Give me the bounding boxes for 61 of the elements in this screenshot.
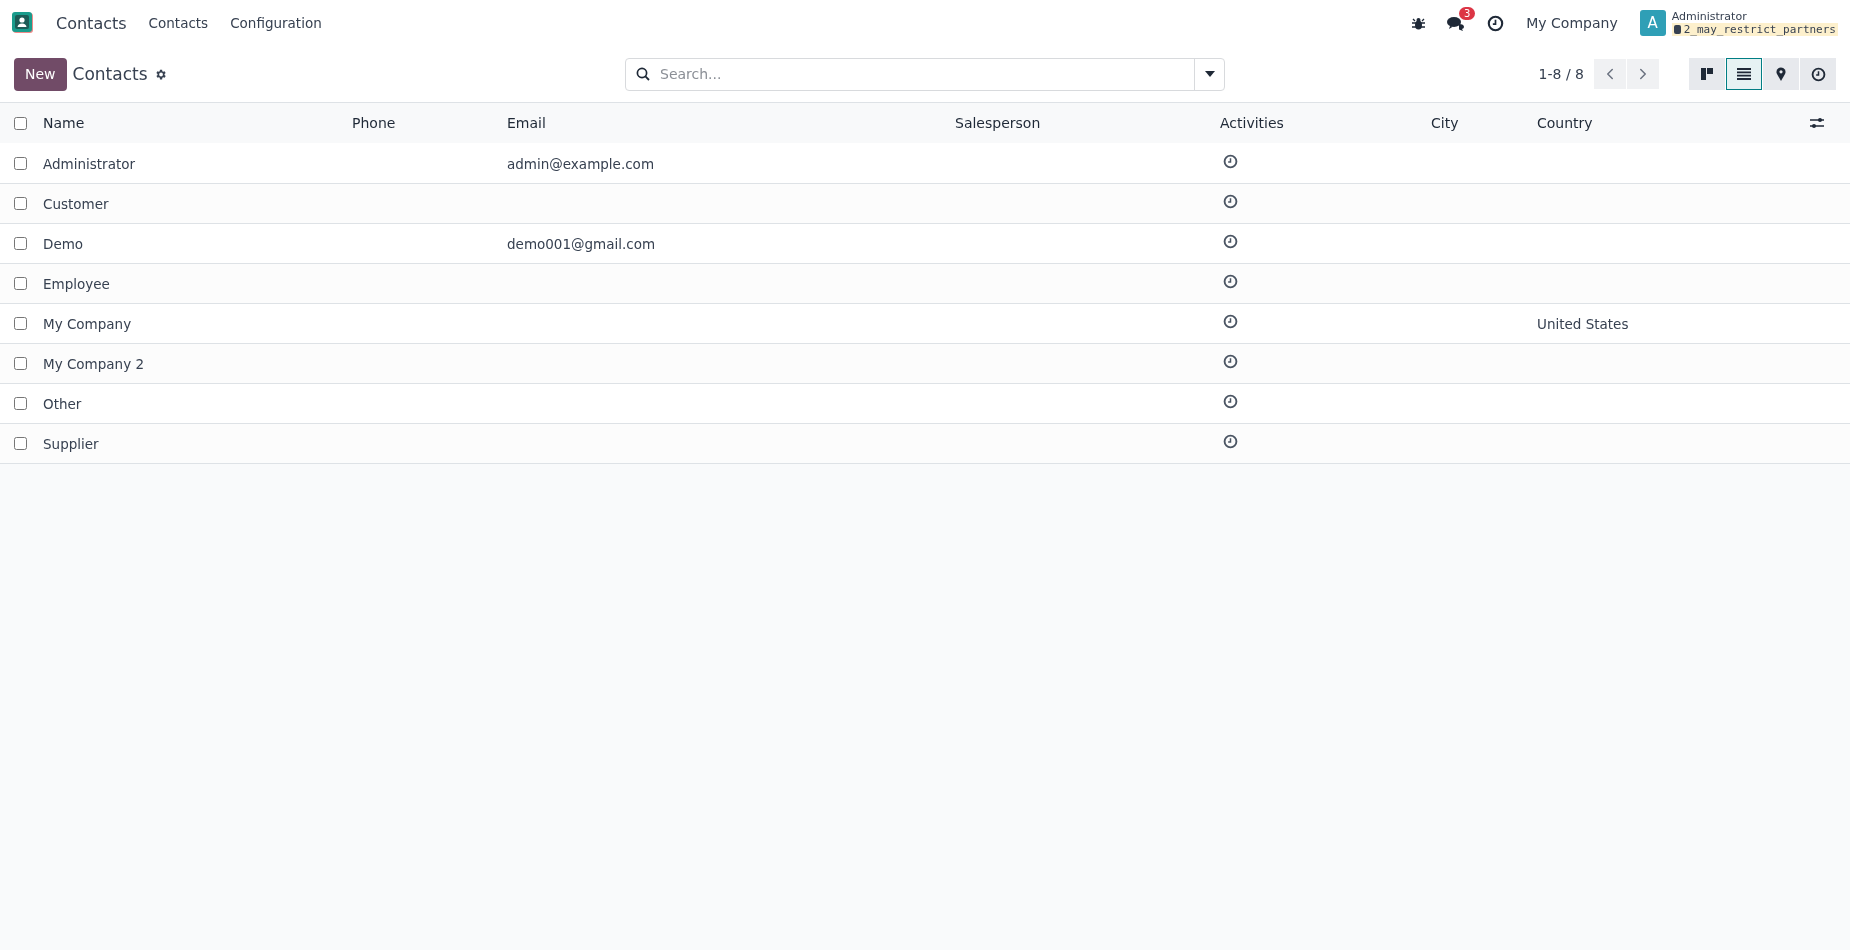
column-header[interactable]: Activities	[1220, 115, 1431, 131]
column-header[interactable]: Salesperson	[955, 115, 1220, 131]
clock-icon[interactable]	[1223, 314, 1238, 329]
row-checkbox[interactable]	[14, 157, 27, 170]
row-checkbox[interactable]	[14, 317, 27, 330]
column-header[interactable]: Email	[507, 115, 955, 131]
row-checkbox[interactable]	[14, 437, 27, 450]
list-icon	[1737, 68, 1751, 80]
table-cell-text: Employee	[43, 275, 111, 292]
row-checkbox[interactable]	[14, 237, 27, 250]
new-button[interactable]: New	[14, 57, 67, 91]
table-cell-text: My Company 2	[43, 355, 146, 372]
column-header[interactable]: Name	[43, 115, 352, 131]
clock-icon[interactable]	[1223, 274, 1238, 289]
clock-icon	[1810, 66, 1826, 82]
chat-icon[interactable]	[1447, 15, 1466, 31]
clock-icon[interactable]	[1223, 354, 1238, 369]
menu-item[interactable]: Configuration	[230, 15, 322, 31]
database-label: 2_may_restrict_partners	[1671, 23, 1838, 36]
sliders-icon[interactable]	[1810, 117, 1824, 129]
table-cell-text: Supplier	[43, 435, 100, 452]
view-switch-button[interactable]	[1726, 58, 1762, 90]
user-name[interactable]: Administrator	[1671, 10, 1838, 23]
menu-item[interactable]: Contacts	[148, 15, 209, 31]
column-header[interactable]: Phone	[352, 115, 507, 131]
clock-icon[interactable]	[1223, 394, 1238, 409]
company-name[interactable]: My Company	[1526, 15, 1618, 31]
clock-icon[interactable]	[1223, 434, 1238, 449]
app-name[interactable]: Contacts	[56, 13, 127, 33]
table-cell-text: My Company	[43, 315, 133, 332]
clock-icon[interactable]	[1223, 154, 1238, 169]
search-icon	[636, 67, 650, 81]
table-cell-text: demo001@gmail.com	[507, 235, 657, 252]
kanban-icon	[1700, 67, 1714, 81]
row-checkbox[interactable]	[14, 277, 27, 290]
bug-icon[interactable]	[1412, 16, 1426, 30]
clock-icon[interactable]	[1487, 14, 1505, 32]
table-cell-text: Other	[43, 395, 83, 412]
table-cell-text: admin@example.com	[507, 155, 656, 172]
row-checkbox[interactable]	[14, 197, 27, 210]
database-icon	[1673, 25, 1681, 34]
table-cell-text: Demo	[43, 235, 85, 252]
view-switch-button[interactable]	[1763, 58, 1799, 90]
view-switch-button[interactable]	[1689, 58, 1725, 90]
table-cell-text: United States	[1537, 315, 1630, 332]
column-header[interactable]: City	[1431, 115, 1537, 131]
table-cell-text: Customer	[43, 195, 110, 212]
app-logo-icon[interactable]	[12, 12, 34, 34]
clock-icon[interactable]	[1223, 194, 1238, 209]
select-all-checkbox[interactable]	[14, 116, 27, 130]
row-checkbox[interactable]	[14, 357, 27, 370]
map-pin-icon	[1776, 67, 1786, 81]
clock-icon[interactable]	[1223, 234, 1238, 249]
message-count-badge: 3	[1458, 6, 1476, 20]
row-checkbox[interactable]	[14, 397, 27, 410]
page-title[interactable]: Contacts	[72, 64, 148, 84]
caret-icon	[1204, 71, 1215, 77]
table-cell-text: Administrator	[43, 155, 137, 172]
view-switch-button[interactable]	[1800, 58, 1836, 90]
pager-value[interactable]: 1-8 / 8	[1538, 66, 1584, 82]
column-header[interactable]: Country	[1537, 115, 1810, 131]
